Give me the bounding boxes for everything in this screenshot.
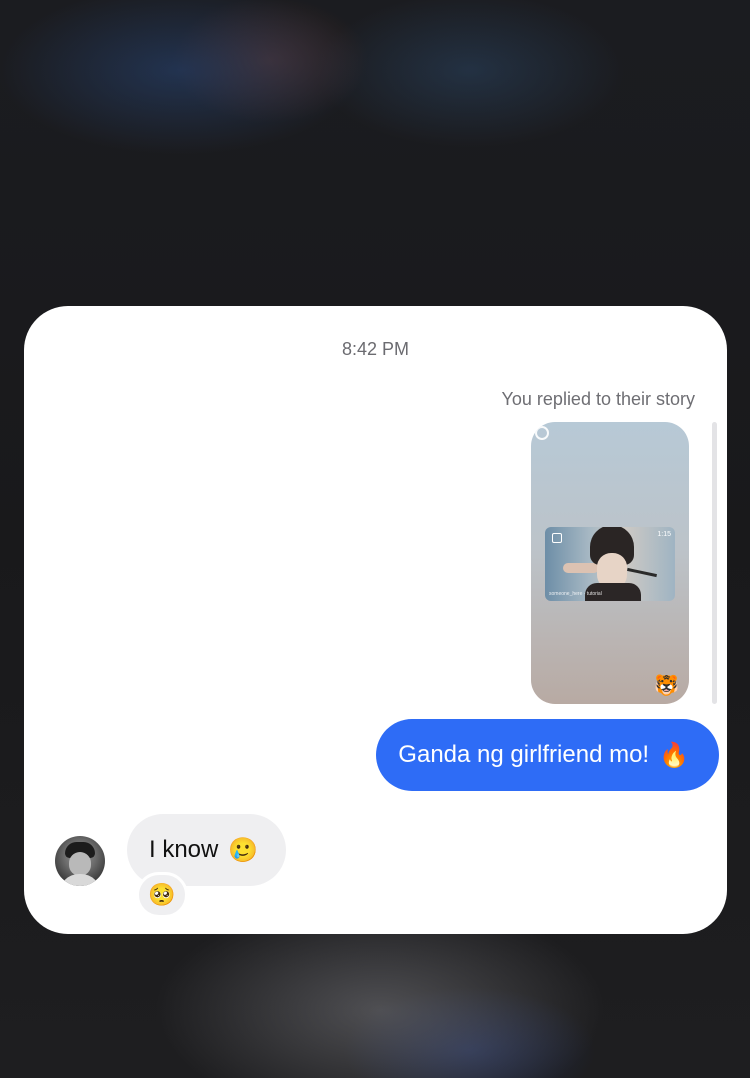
avatar-shirt (59, 874, 101, 886)
pleading-face-emoji-icon: 🥺 (148, 882, 176, 907)
story-reply-caption: You replied to their story (501, 389, 695, 409)
story-video-caption: someone_here · tutorial (549, 591, 602, 597)
outgoing-message-bubble[interactable]: Ganda ng girlfriend mo! 🔥 (376, 719, 719, 791)
scrollbar[interactable] (712, 422, 717, 704)
story-video-time: 1:15 (657, 531, 671, 538)
check-circle-icon (535, 426, 549, 440)
outgoing-message-text: Ganda ng girlfriend mo! (398, 741, 650, 768)
story-video-preview: 1:15 someone_here · tutorial (545, 527, 675, 601)
contact-avatar[interactable] (55, 836, 105, 886)
story-figure-arm (563, 563, 599, 573)
avatar-face (69, 852, 91, 876)
smiling-tear-emoji-icon: 🥲 (228, 836, 259, 864)
incoming-message-text: I know (149, 836, 219, 863)
fire-emoji-icon: 🔥 (659, 741, 689, 769)
camera-icon (552, 533, 562, 543)
message-timestamp: 8:42 PM (341, 339, 410, 359)
message-preview-card[interactable]: 8:42 PM You replied to their story 1:15 … (24, 306, 727, 934)
makeup-brush (627, 567, 657, 578)
message-reaction-badge[interactable]: 🥺 (136, 872, 188, 918)
tiger-sticker-icon: 🐯 (654, 675, 679, 697)
story-thumbnail[interactable]: 1:15 someone_here · tutorial 🐯 (531, 422, 689, 704)
